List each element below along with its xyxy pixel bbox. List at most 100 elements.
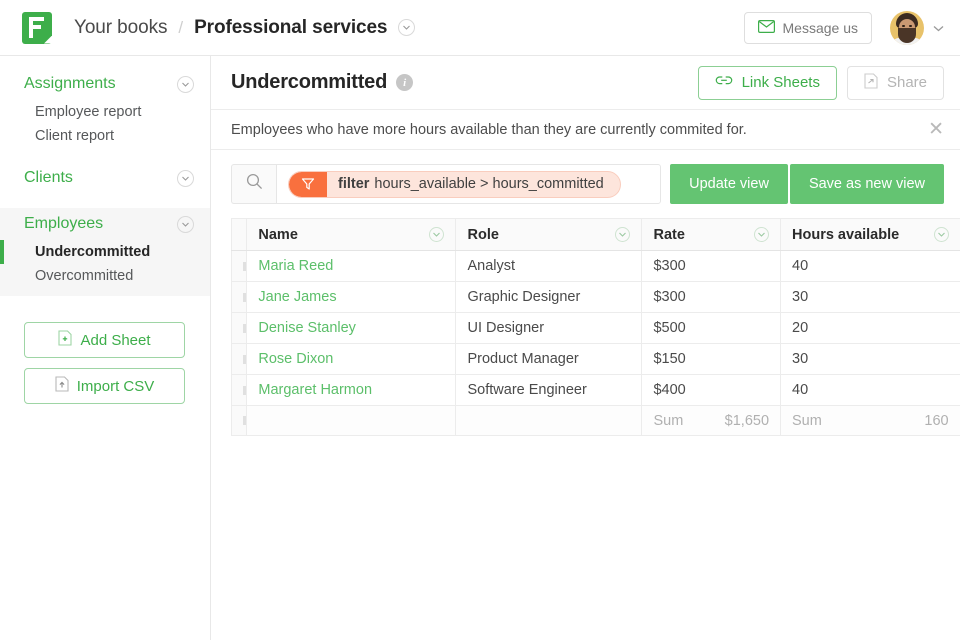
row-handle[interactable] — [230, 374, 248, 406]
chevron-down-icon[interactable] — [754, 227, 770, 242]
chevron-down-icon[interactable] — [429, 227, 445, 242]
search-input[interactable] — [231, 164, 276, 204]
row-handle[interactable] — [230, 405, 248, 436]
cell-hours-available[interactable]: 40 — [780, 250, 960, 282]
cell-name[interactable]: Maria Reed — [246, 250, 457, 282]
sidebar: Assignments Employee report Client repor… — [0, 56, 211, 640]
chevron-down-icon[interactable] — [177, 75, 194, 93]
top-bar: Your books / Professional services Messa… — [0, 0, 960, 56]
cell-role[interactable]: Analyst — [455, 250, 643, 282]
logo-folded-corner — [44, 35, 52, 44]
column-header-rate[interactable]: Rate — [641, 218, 782, 251]
employees-table: Name Role Rate Hours available Maria Ree… — [230, 218, 960, 436]
cell-role[interactable]: Software Engineer — [455, 374, 643, 406]
cell-rate[interactable]: $500 — [641, 312, 782, 344]
row-handle-header — [230, 218, 248, 251]
sidebar-item-overcommitted[interactable]: Overcommitted — [0, 264, 210, 288]
close-icon[interactable]: ✕ — [928, 120, 944, 139]
cell-role[interactable]: Product Manager — [455, 343, 643, 375]
cell-hours-available[interactable]: 20 — [780, 312, 960, 344]
info-icon[interactable]: i — [396, 74, 414, 91]
table-row[interactable]: Margaret Harmon Software Engineer $400 4… — [230, 374, 960, 406]
sidebar-item-undercommitted[interactable]: Undercommitted — [0, 240, 210, 264]
message-us-button[interactable]: Message us — [743, 11, 872, 44]
table-row[interactable]: Maria Reed Analyst $300 40 30 — [230, 250, 960, 282]
sidebar-group-header-clients[interactable]: Clients — [0, 162, 210, 194]
funnel-icon — [289, 171, 327, 197]
sidebar-group-header-assignments[interactable]: Assignments — [0, 68, 210, 100]
column-label: Role — [467, 226, 499, 243]
cell-role[interactable]: Graphic Designer — [455, 281, 643, 313]
table-row[interactable]: Denise Stanley UI Designer $500 20 10 — [230, 312, 960, 344]
logo-f-glyph — [29, 16, 44, 38]
cell-hours-available[interactable]: 40 — [780, 374, 960, 406]
summary-rate-value: $1,650 — [724, 412, 770, 429]
share-button[interactable]: Share — [846, 65, 944, 100]
column-header-hours-available[interactable]: Hours available — [780, 218, 960, 251]
link-sheets-button[interactable]: Link Sheets — [697, 65, 837, 100]
flatfile-f-logo-icon[interactable] — [22, 11, 52, 44]
cell-rate[interactable]: $300 — [641, 250, 782, 282]
chevron-down-icon[interactable] — [177, 215, 194, 233]
filter-field[interactable]: filter hours_available > hours_committed — [276, 164, 662, 204]
employee-link[interactable]: Denise Stanley — [258, 320, 356, 336]
share-icon — [864, 72, 878, 93]
message-us-label: Message us — [782, 19, 858, 36]
row-handle[interactable] — [230, 343, 248, 375]
filter-expression-text: hours_available > hours_committed — [374, 176, 604, 192]
summary-empty-name — [246, 405, 457, 436]
avatar[interactable] — [890, 10, 924, 45]
main-panel: Undercommitted i Link Sheets Share Emplo… — [211, 56, 960, 640]
column-label: Rate — [653, 226, 685, 243]
link-icon — [715, 74, 733, 92]
cell-name[interactable]: Jane James — [246, 281, 457, 313]
employee-link[interactable]: Jane James — [258, 289, 336, 305]
column-header-role[interactable]: Role — [455, 218, 643, 251]
add-sheet-button[interactable]: Add Sheet — [24, 322, 185, 358]
row-handle[interactable] — [230, 281, 248, 313]
breadcrumb-chevron-down-icon[interactable] — [398, 19, 416, 36]
cell-rate[interactable]: $150 — [641, 343, 782, 375]
chevron-down-icon[interactable] — [615, 227, 631, 242]
cell-hours-available[interactable]: 30 — [780, 281, 960, 313]
cell-rate[interactable]: $300 — [641, 281, 782, 313]
account-menu[interactable] — [890, 10, 944, 45]
account-chevron-down-icon[interactable] — [933, 19, 944, 37]
info-banner: Employees who have more hours available … — [211, 110, 960, 150]
link-sheets-label: Link Sheets — [741, 74, 820, 91]
sidebar-item-client-report[interactable]: Client report — [0, 124, 210, 148]
summary-rate[interactable]: Sum $1,650 — [641, 405, 782, 436]
filter-pill[interactable]: filter hours_available > hours_committed — [288, 170, 621, 198]
table-body: Maria Reed Analyst $300 40 30 Jane James… — [230, 250, 960, 436]
employee-link[interactable]: Rose Dixon — [258, 351, 333, 367]
chevron-down-icon[interactable] — [177, 169, 194, 187]
summary-hours-available[interactable]: Sum 160 — [780, 405, 960, 436]
save-as-new-view-button[interactable]: Save as new view — [789, 164, 944, 204]
employee-link[interactable]: Margaret Harmon — [258, 382, 372, 398]
cell-name[interactable]: Margaret Harmon — [246, 374, 457, 406]
breadcrumb-current[interactable]: Professional services — [194, 17, 387, 39]
sidebar-group-header-employees[interactable]: Employees — [0, 208, 210, 240]
import-csv-button[interactable]: Import CSV — [24, 368, 185, 404]
cell-name[interactable]: Denise Stanley — [246, 312, 457, 344]
envelope-icon — [757, 19, 775, 36]
table-row[interactable]: Jane James Graphic Designer $300 30 25 — [230, 281, 960, 313]
cell-name[interactable]: Rose Dixon — [246, 343, 457, 375]
table-row[interactable]: Rose Dixon Product Manager $150 30 10 — [230, 343, 960, 375]
cell-role[interactable]: UI Designer — [455, 312, 643, 344]
breadcrumb-root[interactable]: Your books — [74, 17, 167, 39]
sidebar-item-employee-report[interactable]: Employee report — [0, 100, 210, 124]
chevron-down-icon[interactable] — [933, 227, 949, 242]
update-view-button[interactable]: Update view — [670, 164, 788, 204]
employee-link[interactable]: Maria Reed — [258, 258, 333, 274]
row-handle[interactable] — [230, 250, 248, 282]
sidebar-group-label: Assignments — [24, 75, 116, 92]
column-header-name[interactable]: Name — [246, 218, 457, 251]
cell-rate[interactable]: $400 — [641, 374, 782, 406]
sidebar-group-label: Clients — [24, 169, 73, 186]
filter-toolbar: filter hours_available > hours_committed… — [211, 150, 960, 218]
summary-label: Sum — [653, 412, 684, 429]
cell-hours-available[interactable]: 30 — [780, 343, 960, 375]
filter-keyword: filter — [338, 176, 370, 192]
row-handle[interactable] — [230, 312, 248, 344]
